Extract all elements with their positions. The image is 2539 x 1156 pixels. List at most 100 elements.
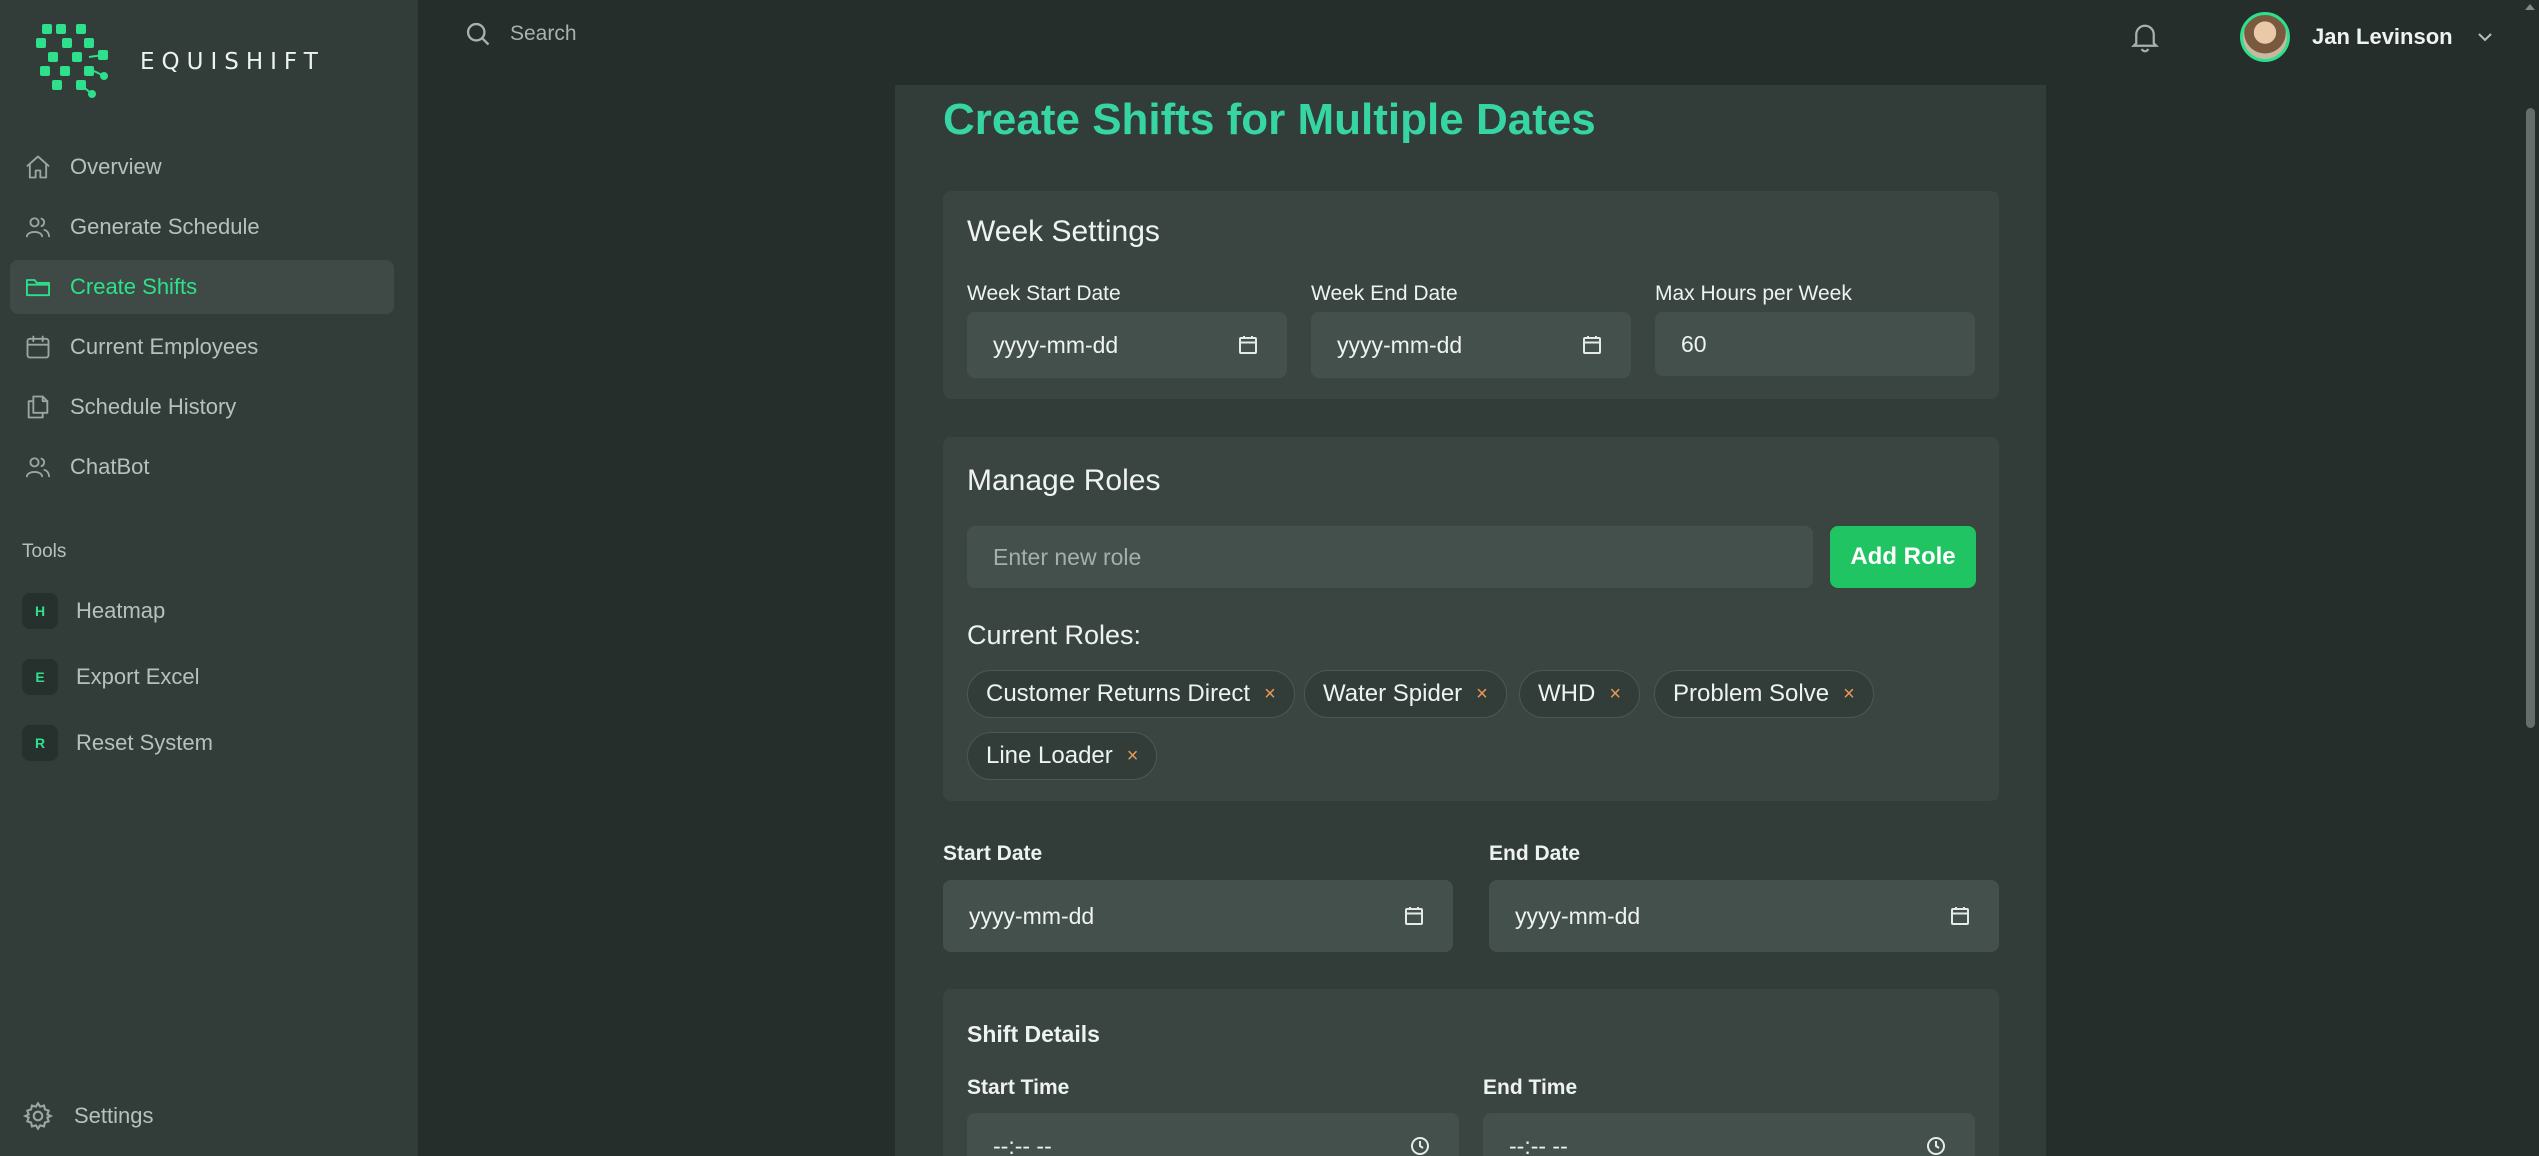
remove-role-icon[interactable]: × (1476, 683, 1488, 706)
add-role-button[interactable]: Add Role (1830, 526, 1976, 588)
scroll-thumb[interactable] (2526, 108, 2535, 728)
page-title: Create Shifts for Multiple Dates (943, 95, 1596, 144)
week-settings-title: Week Settings (967, 215, 1160, 248)
start-date-label: Start Date (943, 842, 1043, 865)
role-chip: Water Spider × (1304, 670, 1507, 718)
scroll-up-arrow-icon[interactable] (2525, 4, 2535, 10)
date-placeholder: yyyy-mm-dd (1337, 331, 1463, 358)
calendar-icon[interactable] (1237, 334, 1259, 356)
week-end-date-input[interactable]: yyyy-mm-dd (1311, 312, 1631, 378)
calendar-icon[interactable] (1949, 905, 1971, 927)
time-placeholder: --:-- -- (1509, 1132, 1568, 1156)
end-time-input[interactable]: --:-- -- (1483, 1113, 1975, 1156)
remove-role-icon[interactable]: × (1127, 745, 1139, 768)
search-icon (466, 22, 490, 46)
sidebar-item-label: Create Shifts (70, 274, 198, 299)
new-role-placeholder: Enter new role (993, 543, 1142, 570)
end-date-input[interactable]: yyyy-mm-dd (1489, 880, 1999, 952)
max-hours-label: Max Hours per Week (1655, 282, 1852, 305)
shift-details-card: Shift Details Start Time --:-- -- End Ti… (943, 989, 1999, 1156)
week-end-label: Week End Date (1311, 282, 1458, 305)
tools-section-title: Tools (22, 541, 67, 562)
role-chip: WHD × (1519, 670, 1641, 718)
remove-role-icon[interactable]: × (1843, 683, 1855, 706)
equishift-logo-icon (36, 24, 108, 98)
tool-heatmap[interactable]: H Heatmap (10, 584, 394, 638)
role-chip: Customer Returns Direct × (967, 670, 1295, 718)
settings-label: Settings (74, 1103, 154, 1128)
current-roles-title: Current Roles: (967, 620, 1142, 650)
sidebar-item-label: Overview (70, 154, 162, 179)
date-placeholder: yyyy-mm-dd (969, 902, 1095, 929)
start-time-input[interactable]: --:-- -- (967, 1113, 1459, 1156)
avatar (2240, 12, 2290, 62)
sidebar-item-label: Generate Schedule (70, 214, 260, 239)
home-icon (22, 151, 54, 183)
role-name: WHD (1538, 680, 1596, 707)
tool-export-excel[interactable]: E Export Excel (10, 650, 394, 704)
tool-badge: R (22, 725, 58, 761)
manage-roles-card: Manage Roles Enter new role Add Role Cur… (943, 437, 1999, 801)
search-input[interactable]: Search (464, 20, 577, 48)
start-time-label: Start Time (967, 1076, 1070, 1099)
end-time-label: End Time (1483, 1076, 1578, 1099)
week-settings-card: Week Settings Week Start Date yyyy-mm-dd… (943, 191, 1999, 399)
folder-icon (22, 271, 54, 303)
brand-name: EQUISHIFT (140, 49, 325, 75)
calendar-icon[interactable] (1581, 334, 1603, 356)
sidebar-item-label: Current Employees (70, 334, 259, 359)
bell-icon (2131, 24, 2159, 53)
clock-icon[interactable] (1409, 1135, 1431, 1156)
users-icon (22, 211, 54, 243)
create-shifts-panel: Create Shifts for Multiple Dates Week Se… (895, 85, 2046, 1156)
calendar-icon (22, 331, 54, 363)
sidebar: EQUISHIFT Overview Generate Schedule Cre… (0, 0, 418, 1156)
shift-details-title: Shift Details (967, 1021, 1100, 1047)
sidebar-item-chatbot[interactable]: ChatBot (10, 440, 394, 494)
tool-badge: E (22, 659, 58, 695)
remove-role-icon[interactable]: × (1264, 683, 1276, 706)
sidebar-item-generate-schedule[interactable]: Generate Schedule (10, 200, 394, 254)
week-start-date-input[interactable]: yyyy-mm-dd (967, 312, 1287, 378)
role-name: Problem Solve (1673, 680, 1830, 707)
user-menu[interactable]: Jan Levinson (2240, 12, 2495, 62)
start-date-input[interactable]: yyyy-mm-dd (943, 880, 1453, 952)
role-name: Customer Returns Direct (986, 680, 1251, 707)
sidebar-item-settings[interactable]: Settings (22, 1100, 154, 1132)
tool-label: Heatmap (76, 598, 166, 623)
max-hours-value: 60 (1681, 330, 1707, 357)
time-placeholder: --:-- -- (993, 1132, 1052, 1156)
date-placeholder: yyyy-mm-dd (993, 331, 1119, 358)
calendar-icon[interactable] (1403, 905, 1425, 927)
sidebar-item-current-employees[interactable]: Current Employees (10, 320, 394, 374)
users-icon (22, 451, 54, 483)
tool-reset-system[interactable]: R Reset System (10, 716, 394, 770)
end-date-label: End Date (1489, 842, 1581, 865)
max-hours-input[interactable]: 60 (1655, 312, 1975, 376)
chevron-down-icon (2477, 33, 2492, 42)
notifications-button[interactable] (2130, 20, 2160, 59)
sidebar-item-label: ChatBot (70, 454, 150, 479)
sidebar-item-schedule-history[interactable]: Schedule History (10, 380, 394, 434)
brand-logo[interactable]: EQUISHIFT (32, 20, 325, 104)
clock-icon[interactable] (1925, 1135, 1947, 1156)
top-bar: Search Jan Levinson (418, 0, 2539, 80)
sidebar-nav: Overview Generate Schedule Create Shifts… (10, 140, 394, 500)
tools-list: H Heatmap E Export Excel R Reset System (10, 584, 394, 782)
search-placeholder: Search (510, 22, 577, 45)
remove-role-icon[interactable]: × (1609, 683, 1621, 706)
sidebar-item-create-shifts[interactable]: Create Shifts (10, 260, 394, 314)
tool-label: Reset System (76, 730, 213, 755)
page-scrollbar[interactable] (2521, 0, 2539, 1156)
role-name: Water Spider (1323, 680, 1463, 707)
role-chip: Problem Solve × (1654, 670, 1874, 718)
tool-badge: H (22, 593, 58, 629)
new-role-input[interactable]: Enter new role (967, 526, 1813, 588)
sidebar-item-overview[interactable]: Overview (10, 140, 394, 194)
role-chip: Line Loader × (967, 732, 1158, 780)
tool-label: Export Excel (76, 664, 200, 689)
gear-icon (22, 1101, 54, 1131)
sidebar-item-label: Schedule History (70, 394, 237, 419)
date-placeholder: yyyy-mm-dd (1515, 902, 1641, 929)
user-name: Jan Levinson (2312, 24, 2453, 49)
